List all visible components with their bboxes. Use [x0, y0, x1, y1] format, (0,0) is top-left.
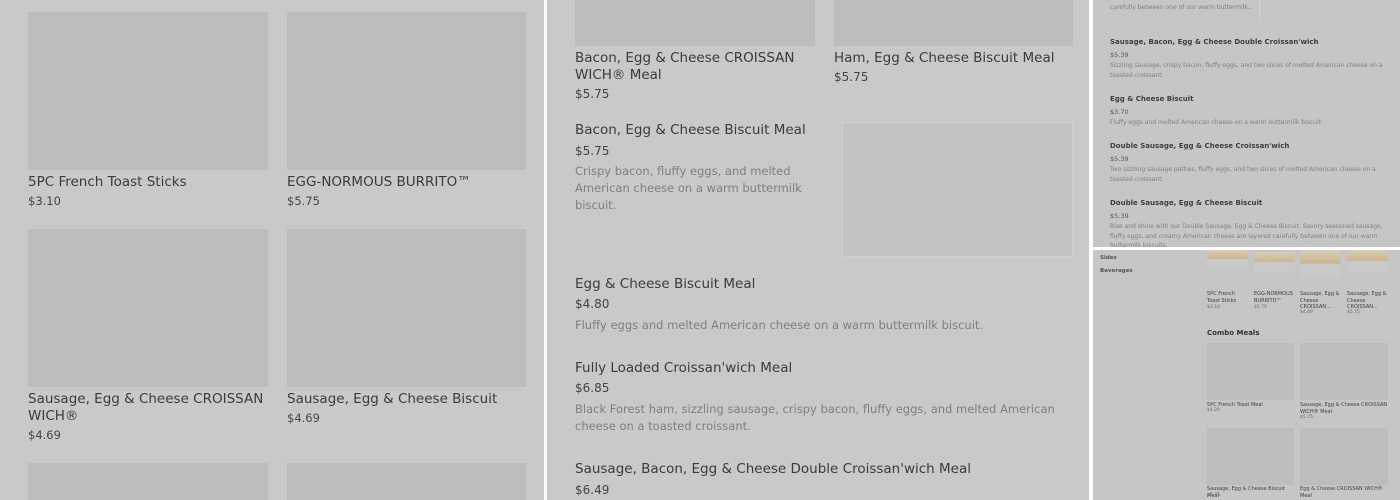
- item-name[interactable]: Double Sausage, Egg & Cheese Croissan'wi…: [1110, 142, 1390, 150]
- item-price: $5.75: [1300, 415, 1313, 420]
- item-price: $3.70: [1110, 108, 1129, 116]
- item-image[interactable]: [28, 12, 268, 170]
- item-image[interactable]: [287, 12, 526, 170]
- item-price: $5.39: [1110, 51, 1129, 59]
- item-image[interactable]: [1207, 250, 1248, 268]
- item-image[interactable]: [1207, 343, 1294, 400]
- section-title: Combo Meals: [1207, 329, 1260, 337]
- item-image[interactable]: [842, 122, 1073, 257]
- item-price: $4.69: [28, 428, 61, 442]
- item-description: Fluffy eggs and melted American cheese o…: [1110, 119, 1321, 126]
- item-image[interactable]: [287, 229, 526, 387]
- item-price: $5.39: [1110, 155, 1129, 163]
- item-name[interactable]: 5PC French Toast Sticks: [1207, 291, 1245, 304]
- item-price: $3.10: [28, 194, 61, 208]
- item-description: Black Forest ham, sizzling sausage, cris…: [575, 402, 1055, 433]
- divider: [1259, 0, 1260, 18]
- item-image[interactable]: [287, 463, 526, 500]
- item-image[interactable]: [1347, 250, 1388, 272]
- item-name[interactable]: 5PC French Toast Meal: [1207, 402, 1294, 409]
- item-image[interactable]: [28, 229, 268, 387]
- item-price: $4.80: [575, 297, 610, 311]
- item-name[interactable]: Fully Loaded Croissan'wich Meal: [575, 360, 1055, 377]
- item-price: $6.49: [575, 483, 610, 497]
- item-image[interactable]: [1254, 252, 1295, 272]
- item-image[interactable]: [1207, 428, 1294, 485]
- item-image[interactable]: [1300, 343, 1388, 400]
- item-name[interactable]: 5PC French Toast Sticks: [28, 174, 268, 191]
- item-image[interactable]: [1300, 428, 1388, 485]
- sidebar-item-beverages[interactable]: Beverages: [1100, 268, 1133, 274]
- sidebar-item-sides[interactable]: Sides: [1100, 255, 1117, 261]
- item-image[interactable]: [834, 0, 1073, 46]
- item-name[interactable]: Sausage, Bacon, Egg & Cheese Double Croi…: [1110, 38, 1390, 46]
- item-name[interactable]: Double Sausage, Egg & Cheese Biscuit: [1110, 199, 1390, 207]
- item-description: Two sizzling sausage patties, fluffy egg…: [1110, 166, 1376, 183]
- item-name[interactable]: Ham, Egg & Cheese Biscuit Meal: [834, 50, 1073, 67]
- item-price: $4.20: [1207, 408, 1220, 413]
- item-name[interactable]: Bacon, Egg & Cheese CROISSAN WICH® Meal: [575, 50, 815, 84]
- item-price: $6.85: [575, 381, 610, 395]
- item-price: $5.75: [287, 194, 320, 208]
- item-name[interactable]: Sausage, Bacon, Egg & Cheese Double Croi…: [575, 461, 1070, 478]
- item-name[interactable]: Sausage, Egg & Cheese CROISSAN WICH® Mea…: [1300, 402, 1388, 415]
- item-name[interactable]: Sausage, Egg & Cheese CROISSAN...: [1300, 291, 1340, 311]
- item-description: Sizzling sausage, crispy bacon, fluffy e…: [1110, 62, 1383, 79]
- item-price: $5.75: [1347, 310, 1360, 315]
- item-name[interactable]: Egg & Cheese Biscuit: [1110, 95, 1390, 103]
- item-description: carefully between one of our warm butter…: [1110, 4, 1254, 11]
- item-description: Rise and shine with our Double Sausage, …: [1110, 223, 1383, 247]
- menu-grid-panel: 5PC French Toast Sticks $3.10 EGG-NORMOU…: [0, 0, 544, 500]
- item-price: $5.39: [1110, 212, 1129, 220]
- item-price: $5.75: [575, 144, 610, 158]
- item-price: $4.69: [287, 411, 320, 425]
- item-name[interactable]: Sausage, Egg & Cheese Biscuit Meal: [1207, 486, 1294, 499]
- item-image[interactable]: [28, 463, 268, 500]
- menu-page-overview: Sides Beverages 5PC French Toast Sticks …: [1093, 250, 1400, 500]
- item-name[interactable]: Egg & Cheese Biscuit Meal: [575, 276, 1055, 293]
- item-price: $5.75: [1254, 305, 1267, 310]
- item-price: $5.75: [575, 87, 610, 101]
- item-image[interactable]: [575, 0, 815, 46]
- menu-detail-panel-small: carefully between one of our warm butter…: [1093, 0, 1400, 247]
- item-price: $4.69: [1300, 310, 1313, 315]
- item-name[interactable]: Sausage, Egg & Cheese CROISSAN WICH®: [28, 391, 268, 425]
- item-name[interactable]: EGG-NORMOUS BURRITO™: [287, 174, 526, 191]
- item-price: $5.75: [1207, 493, 1220, 498]
- menu-list-panel: Bacon, Egg & Cheese CROISSAN WICH® Meal …: [547, 0, 1089, 500]
- item-price: $3.10: [1207, 305, 1220, 310]
- item-name[interactable]: Sausage, Egg & Cheese Biscuit: [287, 391, 526, 408]
- item-name[interactable]: EGG-NORMOUS BURRITO™: [1254, 291, 1296, 304]
- item-image[interactable]: [1300, 250, 1341, 277]
- item-name[interactable]: Egg & Cheese CROISSAN WICH® Meal: [1300, 486, 1388, 499]
- item-description: Crispy bacon, fluffy eggs, and melted Am…: [575, 164, 802, 212]
- item-price: $5.75: [834, 70, 869, 84]
- item-name[interactable]: Bacon, Egg & Cheese Biscuit Meal: [575, 122, 845, 139]
- item-description: Fluffy eggs and melted American cheese o…: [575, 318, 984, 332]
- item-name[interactable]: Sausage, Egg & Cheese CROISSAN...: [1347, 291, 1387, 311]
